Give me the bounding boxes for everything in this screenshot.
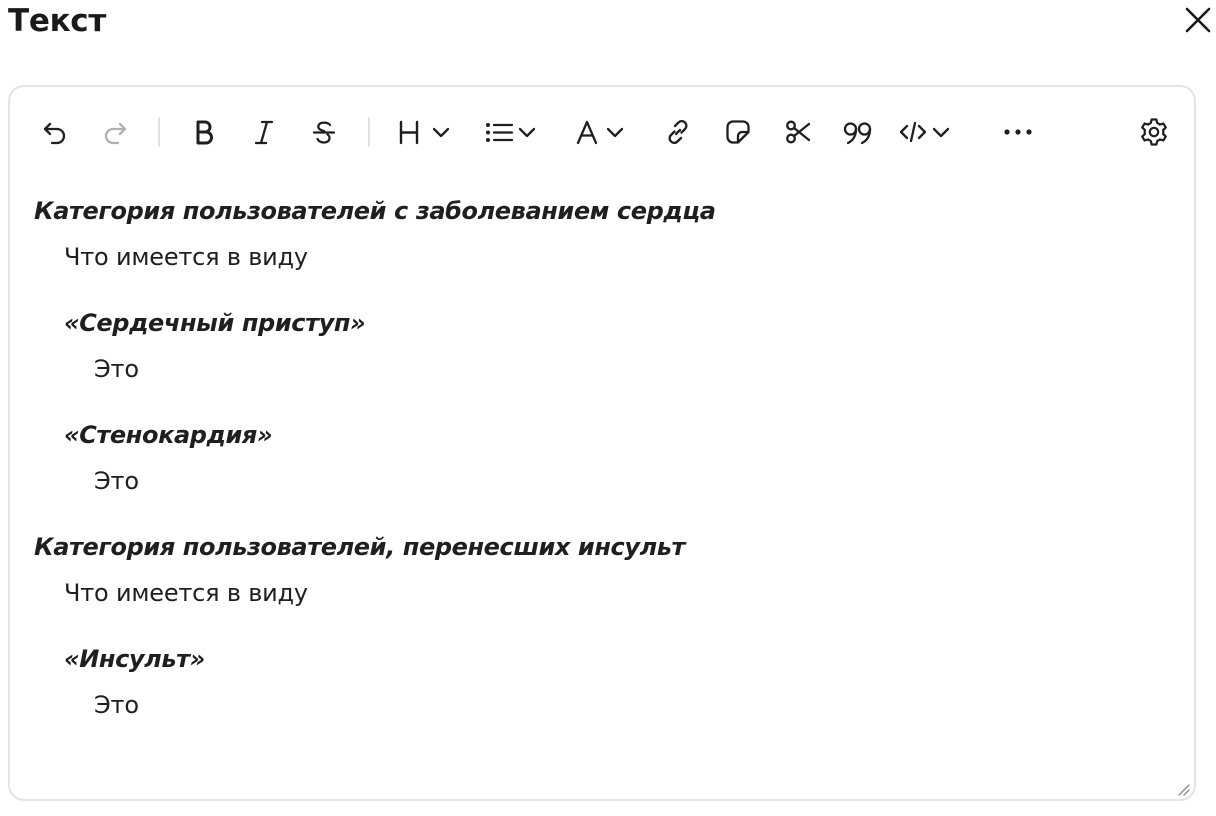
toolbar-separator — [368, 117, 370, 147]
content-paragraph: Что имеется в виду — [64, 579, 308, 607]
text-color-icon — [576, 120, 624, 145]
text-dialog: Текст Категория пользователей с заболева… — [0, 0, 1216, 816]
redo-icon — [104, 122, 127, 145]
code-dropdown[interactable] — [898, 114, 962, 150]
content-heading: Категория пользователей с заболеванием с… — [34, 197, 716, 225]
redo-button[interactable] — [97, 114, 133, 150]
content-paragraph: Это — [94, 467, 139, 495]
content-paragraph: Что имеется в виду — [64, 243, 308, 271]
close-icon — [1185, 7, 1211, 33]
cut-button[interactable] — [780, 114, 816, 150]
more-icon — [1004, 129, 1032, 135]
dialog-title: Текст — [8, 3, 107, 39]
heading-icon — [399, 120, 450, 145]
undo-icon — [43, 122, 66, 145]
content-heading: «Сердечный приступ» — [64, 309, 366, 337]
content-paragraph: Это — [94, 355, 139, 383]
quote-icon — [843, 122, 872, 145]
quote-button[interactable] — [840, 114, 876, 150]
strikethrough-button[interactable] — [306, 114, 342, 150]
text-color-dropdown[interactable] — [574, 114, 638, 150]
close-button[interactable] — [1182, 4, 1214, 36]
list-dropdown[interactable] — [482, 114, 546, 150]
note-button[interactable] — [720, 114, 756, 150]
content-heading: «Стенокардия» — [64, 421, 273, 449]
resize-grip-icon — [1178, 784, 1190, 796]
settings-button[interactable] — [1136, 114, 1172, 150]
content-heading: «Инсульт» — [64, 645, 205, 673]
link-button[interactable] — [660, 114, 696, 150]
link-icon — [668, 120, 688, 144]
italic-icon — [254, 120, 274, 145]
bold-icon — [196, 120, 213, 145]
toolbar-separator — [158, 117, 160, 147]
heading-dropdown[interactable] — [396, 114, 460, 150]
scissors-icon — [786, 120, 811, 144]
gear-icon — [1141, 118, 1167, 146]
editor-toolbar — [10, 87, 1194, 177]
text-editor[interactable]: Категория пользователей с заболеванием с… — [8, 85, 1196, 801]
bold-button[interactable] — [186, 114, 222, 150]
list-icon — [486, 123, 536, 142]
note-icon — [726, 120, 750, 144]
resize-handle[interactable] — [1176, 781, 1190, 796]
code-icon — [899, 121, 950, 143]
more-button[interactable] — [1000, 114, 1036, 150]
italic-button[interactable] — [246, 114, 282, 150]
strikethrough-icon — [312, 121, 336, 144]
undo-button[interactable] — [37, 114, 73, 150]
content-paragraph: Это — [94, 691, 139, 719]
content-heading: Категория пользователей, перенесших инсу… — [34, 533, 686, 561]
